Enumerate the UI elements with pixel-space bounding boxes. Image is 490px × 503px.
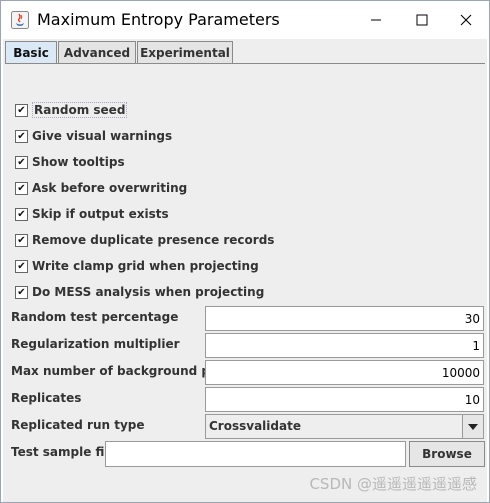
dropdown-arrow-icon[interactable] <box>462 415 483 438</box>
test-sample-file-input[interactable] <box>105 441 406 467</box>
checkbox-do-mess-analysis[interactable]: ✔ Do MESS analysis when projecting <box>15 282 264 302</box>
checkbox-check-icon[interactable]: ✔ <box>15 129 28 143</box>
replicated-run-type-label: Replicated run type <box>11 418 145 432</box>
browse-button[interactable]: Browse <box>409 441 485 467</box>
test-sample-file-label: Test sample file <box>11 445 117 459</box>
checkbox-ask-before-overwriting[interactable]: ✔ Ask before overwriting <box>15 178 187 198</box>
random-test-percentage-label: Random test percentage <box>11 310 179 324</box>
checkbox-label: Do MESS analysis when projecting <box>32 285 265 299</box>
window-title: Maximum Entropy Parameters <box>37 10 280 29</box>
checkbox-check-icon[interactable]: ✔ <box>15 285 28 299</box>
random-test-percentage-row: Random test percentage 30 <box>9 306 485 331</box>
maximize-button[interactable] <box>399 1 445 39</box>
java-app-icon <box>11 11 29 29</box>
checkbox-label: Ask before overwriting <box>32 181 188 195</box>
max-background-points-input[interactable]: 10000 <box>205 360 484 385</box>
replicates-label: Replicates <box>11 391 82 405</box>
close-icon <box>460 14 472 26</box>
minimize-icon <box>371 19 381 21</box>
tab-experimental[interactable]: Experimental <box>137 41 233 63</box>
checkbox-skip-if-output-exists[interactable]: ✔ Skip if output exists <box>15 204 169 224</box>
minimize-button[interactable] <box>353 1 399 39</box>
replicates-input[interactable]: 10 <box>205 387 484 412</box>
checkbox-write-clamp-grid[interactable]: ✔ Write clamp grid when projecting <box>15 256 259 276</box>
checkbox-check-icon[interactable]: ✔ <box>15 207 28 221</box>
regularization-multiplier-row: Regularization multiplier 1 <box>9 333 485 358</box>
checkbox-show-tooltips[interactable]: ✔ Show tooltips <box>15 152 125 172</box>
checkbox-check-icon[interactable]: ✔ <box>15 103 28 117</box>
watermark-text: CSDN @遥遥遥遥遥遥感 <box>309 475 477 493</box>
checkbox-check-icon[interactable]: ✔ <box>15 259 28 273</box>
dialog-content: Basic Advanced Experimental ✔ Random see… <box>3 39 487 502</box>
checkbox-label: Write clamp grid when projecting <box>32 259 259 273</box>
replicated-run-type-row: Replicated run type Crossvalidate <box>9 414 485 439</box>
checkbox-label: Remove duplicate presence records <box>32 233 275 247</box>
checkbox-check-icon[interactable]: ✔ <box>15 155 28 169</box>
title-bar[interactable]: Maximum Entropy Parameters <box>1 1 489 39</box>
regularization-multiplier-label: Regularization multiplier <box>11 337 180 351</box>
regularization-multiplier-input[interactable]: 1 <box>205 333 484 358</box>
checkbox-remove-duplicate-presence-records[interactable]: ✔ Remove duplicate presence records <box>15 230 274 250</box>
test-sample-file-row: Test sample file Browse <box>9 441 485 467</box>
replicated-run-type-value: Crossvalidate <box>209 419 301 433</box>
close-button[interactable] <box>443 1 489 39</box>
checkbox-label: Give visual warnings <box>32 129 173 143</box>
checkbox-check-icon[interactable]: ✔ <box>15 233 28 247</box>
checkbox-random-seed[interactable]: ✔ Random seed <box>15 100 128 120</box>
replicates-row: Replicates 10 <box>9 387 485 412</box>
max-background-points-row: Max number of background points 10000 <box>9 360 485 385</box>
checkbox-give-visual-warnings[interactable]: ✔ Give visual warnings <box>15 126 172 146</box>
tab-advanced[interactable]: Advanced <box>58 41 136 63</box>
random-test-percentage-input[interactable]: 30 <box>205 306 484 331</box>
replicated-run-type-select[interactable]: Crossvalidate <box>205 414 484 439</box>
tab-basic[interactable]: Basic <box>5 41 57 64</box>
basic-tab-panel: ✔ Random seed ✔ Give visual warnings ✔ S… <box>5 63 485 500</box>
dialog-window: Maximum Entropy Parameters Basic Advance… <box>0 0 490 503</box>
checkbox-check-icon[interactable]: ✔ <box>15 181 28 195</box>
maximize-icon <box>416 14 428 26</box>
checkbox-label: Skip if output exists <box>32 207 169 221</box>
checkbox-label: Random seed <box>32 102 128 118</box>
checkbox-label: Show tooltips <box>32 155 125 169</box>
